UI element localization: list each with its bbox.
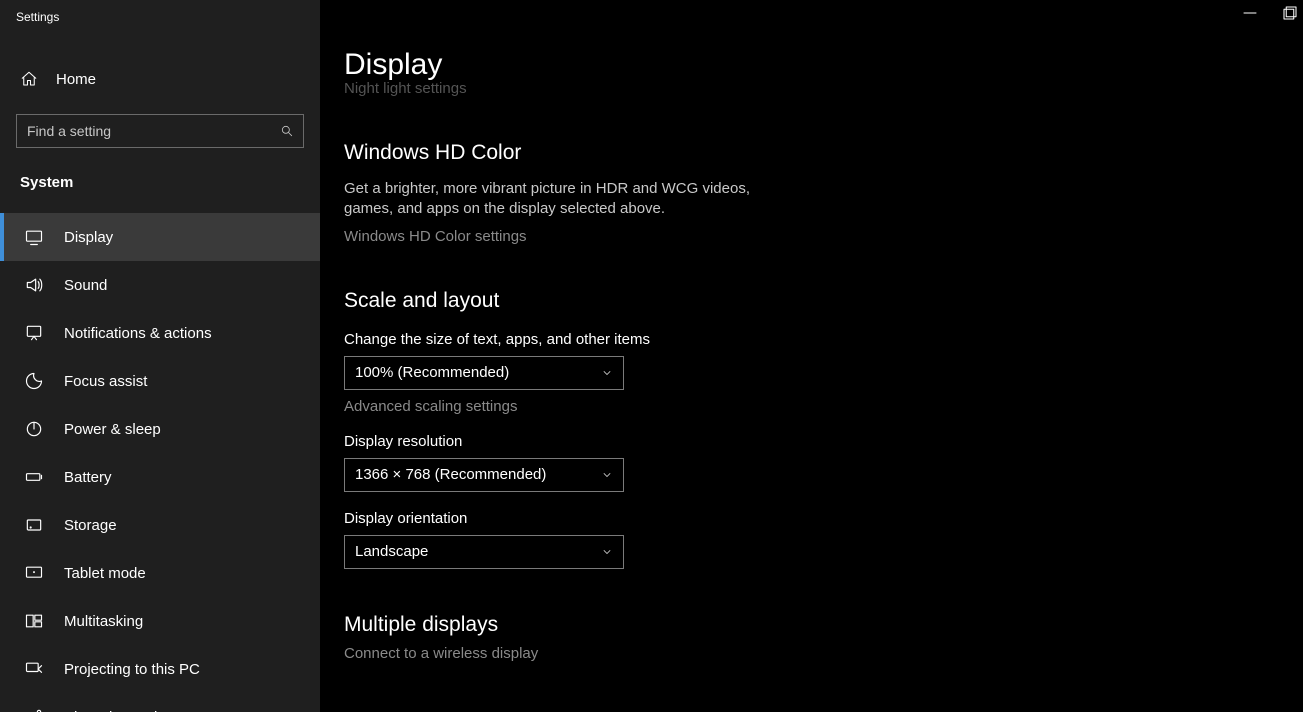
text-size-select[interactable]: 100% (Recommended) <box>344 356 624 390</box>
sound-icon <box>24 275 44 295</box>
nav-item-label: Power & sleep <box>64 421 161 438</box>
projecting-icon <box>24 659 44 679</box>
nav-item-label: Storage <box>64 517 117 534</box>
resolution-label: Display resolution <box>344 433 984 450</box>
connect-wireless-display-link[interactable]: Connect to a wireless display <box>344 645 984 662</box>
nav-item-label: Tablet mode <box>64 565 146 582</box>
sidebar: Settings Home System Display Sound Notific… <box>0 0 320 712</box>
hd-color-desc: Get a brighter, more vibrant picture in … <box>344 179 754 220</box>
text-size-label: Change the size of text, apps, and other… <box>344 331 984 348</box>
orientation-value: Landscape <box>355 543 428 560</box>
display-icon <box>24 227 44 247</box>
home-icon <box>20 70 38 88</box>
nav-item-notifications[interactable]: Notifications & actions <box>0 309 320 357</box>
nav-home[interactable]: Home <box>0 58 320 100</box>
hd-color-heading: Windows HD Color <box>344 141 984 165</box>
advanced-scaling-link[interactable]: Advanced scaling settings <box>344 398 984 415</box>
page-title: Display <box>344 0 1303 82</box>
nav-item-focus-assist[interactable]: Focus assist <box>0 357 320 405</box>
night-light-settings-link[interactable]: Night light settings <box>344 80 1303 97</box>
nav-item-multitasking[interactable]: Multitasking <box>0 597 320 645</box>
hd-color-settings-link[interactable]: Windows HD Color settings <box>344 228 984 245</box>
nav-item-power-sleep[interactable]: Power & sleep <box>0 405 320 453</box>
chevron-down-icon <box>601 546 613 558</box>
orientation-select[interactable]: Landscape <box>344 535 624 569</box>
nav-item-shared-exp[interactable]: Shared experiences <box>0 693 320 712</box>
nav-item-label: Battery <box>64 469 112 486</box>
main-pane: Display Night light settings Windows HD … <box>320 0 1303 712</box>
tablet-mode-icon <box>24 563 44 583</box>
nav-item-battery[interactable]: Battery <box>0 453 320 501</box>
nav-item-label: Focus assist <box>64 373 147 390</box>
search-wrap <box>16 114 304 148</box>
nav-item-label: Display <box>64 229 113 246</box>
power-sleep-icon <box>24 419 44 439</box>
multitasking-icon <box>24 611 44 631</box>
nav-item-storage[interactable]: Storage <box>0 501 320 549</box>
nav-item-label: Sound <box>64 277 107 294</box>
text-size-value: 100% (Recommended) <box>355 364 509 381</box>
notifications-icon <box>24 323 44 343</box>
nav-item-tablet-mode[interactable]: Tablet mode <box>0 549 320 597</box>
orientation-label: Display orientation <box>344 510 984 527</box>
app-title: Settings <box>0 0 320 24</box>
chevron-down-icon <box>601 469 613 481</box>
resolution-value: 1366 × 768 (Recommended) <box>355 466 546 483</box>
window-restore-button[interactable] <box>1281 4 1299 22</box>
scale-layout-heading: Scale and layout <box>344 289 984 313</box>
nav-item-sound[interactable]: Sound <box>0 261 320 309</box>
focus-assist-icon <box>24 371 44 391</box>
multiple-displays-heading: Multiple displays <box>344 613 984 637</box>
battery-icon <box>24 467 44 487</box>
nav-item-label: Notifications & actions <box>64 325 212 342</box>
shared-exp-icon <box>24 707 44 712</box>
nav-item-label: Shared experiences <box>64 709 197 712</box>
nav-home-label: Home <box>56 71 96 88</box>
storage-icon <box>24 515 44 535</box>
nav-item-label: Projecting to this PC <box>64 661 200 678</box>
resolution-select[interactable]: 1366 × 768 (Recommended) <box>344 458 624 492</box>
sidebar-nav: Display Sound Notifications & actions Focus… <box>0 213 320 712</box>
nav-item-display[interactable]: Display <box>0 213 320 261</box>
sidebar-section-label: System <box>0 148 320 199</box>
content: Windows HD Color Get a brighter, more vi… <box>344 141 984 662</box>
nav-item-label: Multitasking <box>64 613 143 630</box>
window-controls <box>1241 4 1299 22</box>
window-minimize-button[interactable] <box>1241 4 1259 22</box>
nav-item-projecting[interactable]: Projecting to this PC <box>0 645 320 693</box>
search-input[interactable] <box>16 114 304 148</box>
chevron-down-icon <box>601 367 613 379</box>
